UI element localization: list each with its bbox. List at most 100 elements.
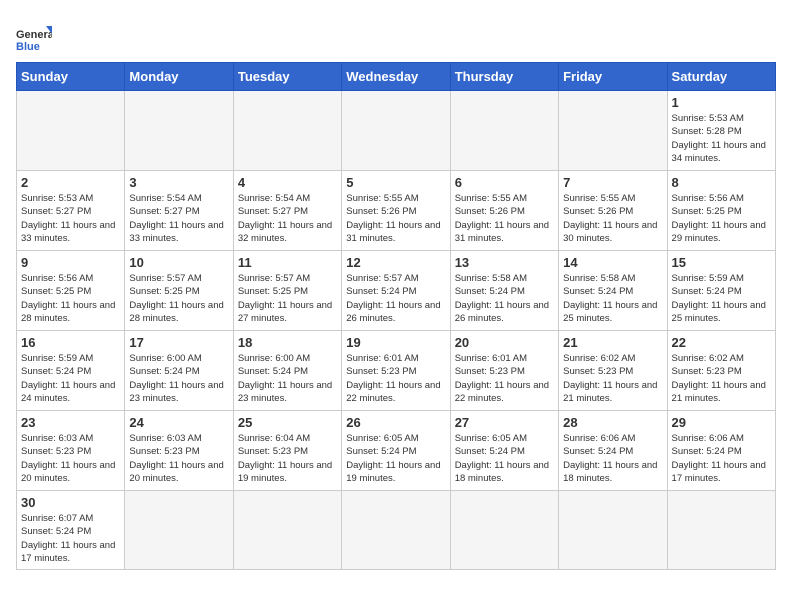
day-of-week-header: Friday (559, 63, 667, 91)
day-number: 3 (129, 175, 228, 190)
day-of-week-header: Monday (125, 63, 233, 91)
calendar-day-cell (667, 491, 775, 570)
day-info: Sunrise: 5:56 AM Sunset: 5:25 PM Dayligh… (21, 272, 120, 325)
calendar-day-cell (559, 491, 667, 570)
calendar-day-cell: 13 Sunrise: 5:58 AM Sunset: 5:24 PM Dayli… (450, 251, 558, 331)
day-info: Sunrise: 6:01 AM Sunset: 5:23 PM Dayligh… (455, 352, 554, 405)
day-info: Sunrise: 5:53 AM Sunset: 5:28 PM Dayligh… (672, 112, 771, 165)
day-number: 24 (129, 415, 228, 430)
calendar-day-cell (17, 91, 125, 171)
calendar-day-cell: 5Sunrise: 5:55 AM Sunset: 5:26 PM Daylig… (342, 171, 450, 251)
calendar-day-cell: 29 Sunrise: 6:06 AM Sunset: 5:24 PM Dayli… (667, 411, 775, 491)
day-number: 22 (672, 335, 771, 350)
day-info: Sunrise: 5:57 AM Sunset: 5:25 PM Dayligh… (129, 272, 228, 325)
calendar-day-cell (125, 91, 233, 171)
calendar-day-cell: 19Sunrise: 6:01 AM Sunset: 5:23 PM Dayli… (342, 331, 450, 411)
day-info: Sunrise: 6:00 AM Sunset: 5:24 PM Dayligh… (238, 352, 337, 405)
day-info: Sunrise: 5:58 AM Sunset: 5:24 PM Dayligh… (563, 272, 662, 325)
day-info: Sunrise: 5:57 AM Sunset: 5:24 PM Dayligh… (346, 272, 445, 325)
day-info: Sunrise: 6:03 AM Sunset: 5:23 PM Dayligh… (129, 432, 228, 485)
day-number: 10 (129, 255, 228, 270)
calendar-day-cell (559, 91, 667, 171)
calendar-day-cell: 11Sunrise: 5:57 AM Sunset: 5:25 PM Dayli… (233, 251, 341, 331)
calendar-week-row: 2Sunrise: 5:53 AM Sunset: 5:27 PM Daylig… (17, 171, 776, 251)
day-info: Sunrise: 5:53 AM Sunset: 5:27 PM Dayligh… (21, 192, 120, 245)
calendar-day-cell: 26Sunrise: 6:05 AM Sunset: 5:24 PM Dayli… (342, 411, 450, 491)
calendar-table: SundayMondayTuesdayWednesdayThursdayFrid… (16, 62, 776, 570)
day-info: Sunrise: 5:55 AM Sunset: 5:26 PM Dayligh… (346, 192, 445, 245)
calendar-week-row: 9 Sunrise: 5:56 AM Sunset: 5:25 PM Daylig… (17, 251, 776, 331)
day-number: 23 (21, 415, 120, 430)
calendar-day-cell: 24 Sunrise: 6:03 AM Sunset: 5:23 PM Dayli… (125, 411, 233, 491)
calendar-day-cell: 28 Sunrise: 6:06 AM Sunset: 5:24 PM Dayli… (559, 411, 667, 491)
day-info: Sunrise: 5:56 AM Sunset: 5:25 PM Dayligh… (672, 192, 771, 245)
day-number: 27 (455, 415, 554, 430)
calendar-day-cell: 6 Sunrise: 5:55 AM Sunset: 5:26 PM Daylig… (450, 171, 558, 251)
calendar-day-cell: 2Sunrise: 5:53 AM Sunset: 5:27 PM Daylig… (17, 171, 125, 251)
day-info: Sunrise: 5:55 AM Sunset: 5:26 PM Dayligh… (563, 192, 662, 245)
day-info: Sunrise: 5:58 AM Sunset: 5:24 PM Dayligh… (455, 272, 554, 325)
calendar-day-cell (342, 91, 450, 171)
calendar-day-cell: 23 Sunrise: 6:03 AM Sunset: 5:23 PM Dayli… (17, 411, 125, 491)
day-info: Sunrise: 6:02 AM Sunset: 5:23 PM Dayligh… (672, 352, 771, 405)
day-number: 13 (455, 255, 554, 270)
calendar-week-row: 23 Sunrise: 6:03 AM Sunset: 5:23 PM Dayli… (17, 411, 776, 491)
day-info: Sunrise: 6:06 AM Sunset: 5:24 PM Dayligh… (563, 432, 662, 485)
day-number: 15 (672, 255, 771, 270)
day-of-week-header: Wednesday (342, 63, 450, 91)
day-number: 6 (455, 175, 554, 190)
calendar-day-cell: 9 Sunrise: 5:56 AM Sunset: 5:25 PM Daylig… (17, 251, 125, 331)
calendar-day-cell: 18 Sunrise: 6:00 AM Sunset: 5:24 PM Dayli… (233, 331, 341, 411)
calendar-day-cell (125, 491, 233, 570)
day-info: Sunrise: 6:04 AM Sunset: 5:23 PM Dayligh… (238, 432, 337, 485)
calendar-day-cell (450, 491, 558, 570)
day-of-week-header: Sunday (17, 63, 125, 91)
calendar-day-cell: 7Sunrise: 5:55 AM Sunset: 5:26 PM Daylig… (559, 171, 667, 251)
calendar-header-row: SundayMondayTuesdayWednesdayThursdayFrid… (17, 63, 776, 91)
day-number: 12 (346, 255, 445, 270)
calendar-day-cell: 14 Sunrise: 5:58 AM Sunset: 5:24 PM Dayli… (559, 251, 667, 331)
day-number: 17 (129, 335, 228, 350)
day-info: Sunrise: 6:07 AM Sunset: 5:24 PM Dayligh… (21, 512, 120, 565)
calendar-day-cell (450, 91, 558, 171)
day-number: 16 (21, 335, 120, 350)
day-info: Sunrise: 6:03 AM Sunset: 5:23 PM Dayligh… (21, 432, 120, 485)
calendar-day-cell (233, 491, 341, 570)
day-info: Sunrise: 6:00 AM Sunset: 5:24 PM Dayligh… (129, 352, 228, 405)
day-number: 9 (21, 255, 120, 270)
svg-text:Blue: Blue (16, 41, 40, 52)
calendar-day-cell: 30Sunrise: 6:07 AM Sunset: 5:24 PM Dayli… (17, 491, 125, 570)
day-number: 14 (563, 255, 662, 270)
day-number: 4 (238, 175, 337, 190)
day-number: 20 (455, 335, 554, 350)
day-number: 21 (563, 335, 662, 350)
calendar-day-cell: 3 Sunrise: 5:54 AM Sunset: 5:27 PM Daylig… (125, 171, 233, 251)
day-info: Sunrise: 6:05 AM Sunset: 5:24 PM Dayligh… (455, 432, 554, 485)
day-of-week-header: Thursday (450, 63, 558, 91)
day-number: 25 (238, 415, 337, 430)
day-number: 29 (672, 415, 771, 430)
day-number: 8 (672, 175, 771, 190)
calendar-day-cell: 25 Sunrise: 6:04 AM Sunset: 5:23 PM Dayli… (233, 411, 341, 491)
calendar-day-cell: 22 Sunrise: 6:02 AM Sunset: 5:23 PM Dayli… (667, 331, 775, 411)
day-info: Sunrise: 5:54 AM Sunset: 5:27 PM Dayligh… (129, 192, 228, 245)
day-of-week-header: Tuesday (233, 63, 341, 91)
calendar-day-cell (233, 91, 341, 171)
day-info: Sunrise: 5:57 AM Sunset: 5:25 PM Dayligh… (238, 272, 337, 325)
calendar-day-cell: 12 Sunrise: 5:57 AM Sunset: 5:24 PM Dayli… (342, 251, 450, 331)
calendar-day-cell: 4Sunrise: 5:54 AM Sunset: 5:27 PM Daylig… (233, 171, 341, 251)
day-info: Sunrise: 5:59 AM Sunset: 5:24 PM Dayligh… (21, 352, 120, 405)
day-number: 1 (672, 95, 771, 110)
day-info: Sunrise: 5:55 AM Sunset: 5:26 PM Dayligh… (455, 192, 554, 245)
day-number: 28 (563, 415, 662, 430)
calendar-day-cell: 27 Sunrise: 6:05 AM Sunset: 5:24 PM Dayli… (450, 411, 558, 491)
calendar-day-cell (342, 491, 450, 570)
calendar-day-cell: 8 Sunrise: 5:56 AM Sunset: 5:25 PM Daylig… (667, 171, 775, 251)
day-info: Sunrise: 6:06 AM Sunset: 5:24 PM Dayligh… (672, 432, 771, 485)
calendar-day-cell: 10 Sunrise: 5:57 AM Sunset: 5:25 PM Dayli… (125, 251, 233, 331)
day-number: 18 (238, 335, 337, 350)
logo: GeneralBlue (16, 24, 52, 52)
day-number: 19 (346, 335, 445, 350)
calendar-week-row: 30Sunrise: 6:07 AM Sunset: 5:24 PM Dayli… (17, 491, 776, 570)
calendar-day-cell: 20 Sunrise: 6:01 AM Sunset: 5:23 PM Dayli… (450, 331, 558, 411)
